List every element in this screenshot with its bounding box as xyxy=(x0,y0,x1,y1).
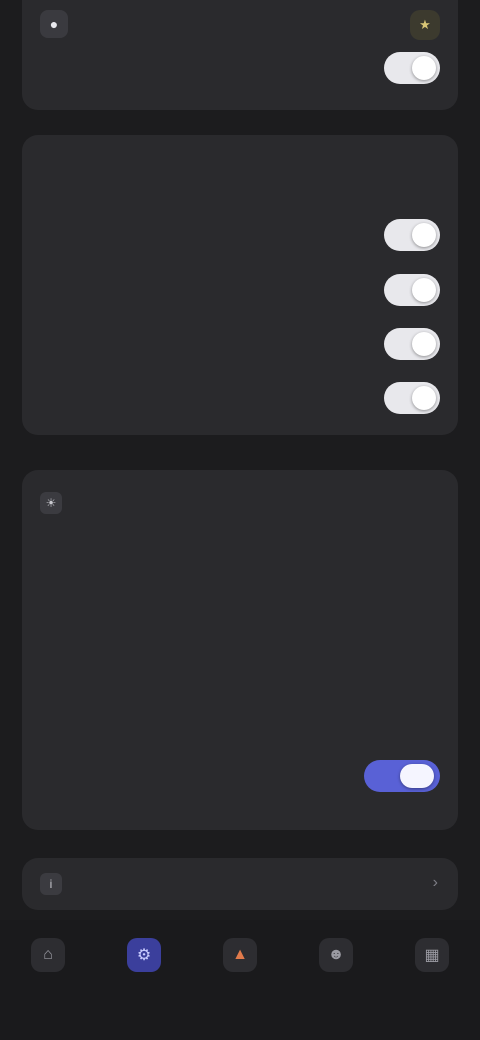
bottom-tab-bar: ⌂ ⚙ ▲ ☻ ▦ xyxy=(0,920,480,1040)
toggle-knob xyxy=(412,223,436,247)
tab-settings[interactable]: ⚙ xyxy=(109,938,179,980)
display-row[interactable] xyxy=(40,608,440,644)
tab-grid[interactable]: ▦ xyxy=(397,938,467,980)
display-toggle-row[interactable] xyxy=(40,758,440,794)
display-long-value-row xyxy=(40,700,440,736)
profile-toggle[interactable] xyxy=(384,52,440,84)
star-icon[interactable]: ★ xyxy=(410,10,440,40)
person-icon: ● xyxy=(40,10,68,38)
home-icon: ⌂ xyxy=(31,938,65,972)
profile-card: ● ★ xyxy=(22,0,458,110)
notification-toggle[interactable] xyxy=(384,219,440,251)
profile-row[interactable] xyxy=(40,50,440,86)
display-card: ☀ xyxy=(22,470,458,830)
notification-row[interactable] xyxy=(40,272,440,308)
notification-row[interactable] xyxy=(40,217,440,253)
about-card[interactable]: i › xyxy=(22,858,458,910)
about-section-title: i xyxy=(40,869,72,899)
display-long-row[interactable] xyxy=(40,660,440,696)
tab-home[interactable]: ⌂ xyxy=(13,938,83,980)
toggle-knob xyxy=(400,764,434,788)
tab-fire[interactable]: ▲ xyxy=(205,938,275,980)
notifications-card xyxy=(22,135,458,435)
notification-row[interactable] xyxy=(40,380,440,416)
user-icon: ☻ xyxy=(319,938,353,972)
display-row[interactable] xyxy=(40,550,440,586)
settings-screen: ● ★ ☀ i › ⌂ ⚙ ▲ ☻ ▦ xyxy=(0,0,480,1040)
toggle-knob xyxy=(412,56,436,80)
notification-toggle[interactable] xyxy=(384,328,440,360)
toggle-knob xyxy=(412,278,436,302)
fire-icon: ▲ xyxy=(223,938,257,972)
info-icon: i xyxy=(40,873,62,895)
notification-row[interactable] xyxy=(40,326,440,362)
settings-icon: ⚙ xyxy=(127,938,161,972)
chevron-right-icon: › xyxy=(432,874,438,891)
toggle-knob xyxy=(412,386,436,410)
display-icon: ☀ xyxy=(40,492,62,514)
notification-toggle[interactable] xyxy=(384,382,440,414)
notification-toggle[interactable] xyxy=(384,274,440,306)
tab-user[interactable]: ☻ xyxy=(301,938,371,980)
grid-icon: ▦ xyxy=(415,938,449,972)
toggle-knob xyxy=(412,332,436,356)
display-section-title: ☀ xyxy=(40,488,72,518)
display-toggle[interactable] xyxy=(364,760,440,792)
